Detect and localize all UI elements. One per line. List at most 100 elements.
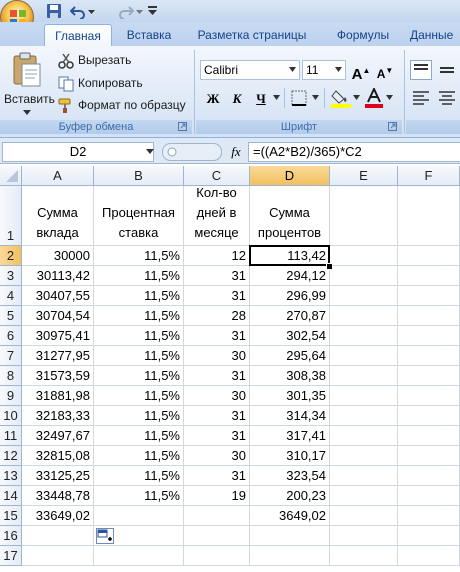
cell[interactable] [22,546,94,566]
align-left-icon[interactable] [410,88,432,108]
cell[interactable] [184,546,250,566]
row-header[interactable]: 4 [0,286,22,306]
column-header-f[interactable]: F [398,166,460,186]
cell-value[interactable]: 301,35 [250,386,330,406]
cell-value[interactable]: 32497,67 [22,426,94,446]
cell-value[interactable]: 317,41 [250,426,330,446]
cell[interactable] [330,506,398,526]
grow-font-button[interactable]: A▲ [350,60,372,83]
cell-value[interactable]: 11,5% [94,426,184,446]
cell-value[interactable]: 31573,59 [22,366,94,386]
cell-value[interactable]: 294,12 [250,266,330,286]
cell-value[interactable]: 11,5% [94,486,184,506]
cell-value[interactable]: 33448,78 [22,486,94,506]
row-header[interactable]: 17 [0,546,22,566]
font-color-dropdown-icon[interactable] [386,95,393,101]
cell-value[interactable]: 302,54 [250,326,330,346]
row-header[interactable]: 15 [0,506,22,526]
cell-value[interactable]: 30407,55 [22,286,94,306]
align-center-icon[interactable] [436,88,458,108]
cell-value[interactable]: 12 [184,246,250,266]
underline-dropdown-icon[interactable] [273,95,280,101]
select-all-button[interactable] [0,166,22,186]
row-header[interactable]: 2 [0,246,22,266]
cell-value[interactable]: 31 [184,366,250,386]
name-box[interactable]: D2 [2,142,154,162]
cell-value[interactable]: 11,5% [94,246,184,266]
cell-value[interactable]: 28 [184,306,250,326]
cell[interactable] [398,186,460,246]
cell-value[interactable]: 30 [184,346,250,366]
cell[interactable] [398,486,460,506]
format-painter-button[interactable]: Формат по образцу [58,97,193,115]
cell[interactable] [184,506,250,526]
cell-value[interactable]: 31 [184,406,250,426]
tab-data[interactable]: Данные [410,24,460,46]
cell-value[interactable]: 31 [184,426,250,446]
font-dialog-launcher-icon[interactable] [388,122,397,131]
cell-value[interactable]: 19 [184,486,250,506]
cell-value[interactable]: 11,5% [94,326,184,346]
cell-value[interactable]: 32183,33 [22,406,94,426]
row-header[interactable]: 13 [0,466,22,486]
font-name-combo[interactable]: Calibri [200,60,300,80]
cell-value[interactable]: 11,5% [94,466,184,486]
cell-value[interactable]: 11,5% [94,366,184,386]
column-header-e[interactable]: E [330,166,398,186]
cell[interactable] [94,506,184,526]
cell-value[interactable]: 314,34 [250,406,330,426]
cell[interactable] [330,406,398,426]
column-header-b[interactable]: B [94,166,184,186]
formula-bar-resize-handle[interactable] [162,143,222,161]
paste-button[interactable]: Вставить [4,50,55,118]
cell[interactable] [94,546,184,566]
cell-value[interactable]: 31 [184,466,250,486]
row-header[interactable]: 3 [0,266,22,286]
cell-value[interactable]: 30704,54 [22,306,94,326]
cell[interactable] [330,286,398,306]
cell[interactable] [398,466,460,486]
cell[interactable] [398,506,460,526]
customize-icon[interactable] [148,6,157,16]
align-middle-icon[interactable] [436,60,458,80]
row-header[interactable]: 11 [0,426,22,446]
cell[interactable] [398,546,460,566]
cell[interactable] [398,246,460,266]
cell-value[interactable]: 30975,41 [22,326,94,346]
redo-dropdown-icon[interactable] [136,8,143,15]
font-size-combo[interactable]: 11 [302,60,346,80]
cell-value[interactable]: 310,17 [250,446,330,466]
cell-value[interactable]: 270,87 [250,306,330,326]
row-header[interactable]: 1 [0,186,22,246]
borders-dropdown-icon[interactable] [312,95,319,101]
cell[interactable] [330,346,398,366]
row-header[interactable]: 14 [0,486,22,506]
cell[interactable] [398,406,460,426]
cell-value[interactable]: 11,5% [94,446,184,466]
tab-home[interactable]: Главная [44,24,112,46]
tab-formulas[interactable]: Формулы [326,24,400,46]
cell-value[interactable]: 200,23 [250,486,330,506]
undo-icon[interactable] [70,3,86,19]
cell[interactable] [330,186,398,246]
undo-dropdown-icon[interactable] [88,8,95,15]
cell-value[interactable]: 31 [184,286,250,306]
shrink-font-button[interactable]: A▼ [374,60,396,81]
cell[interactable] [22,526,94,546]
copy-button[interactable]: Копировать [58,75,188,93]
cell[interactable] [330,426,398,446]
cell[interactable] [398,366,460,386]
underline-button[interactable]: Ч [250,88,272,108]
cell[interactable] [330,386,398,406]
save-icon[interactable] [46,3,62,19]
cell-value[interactable]: 295,64 [250,346,330,366]
cell[interactable] [398,286,460,306]
tab-insert[interactable]: Вставка [116,24,182,46]
italic-button[interactable]: К [226,88,248,108]
total-interest[interactable]: 3649,02 [250,506,330,526]
fill-handle[interactable] [326,263,333,270]
cell[interactable] [330,466,398,486]
cell-value[interactable]: 11,5% [94,306,184,326]
cell-value[interactable]: 296,99 [250,286,330,306]
cell-value[interactable]: 11,5% [94,266,184,286]
